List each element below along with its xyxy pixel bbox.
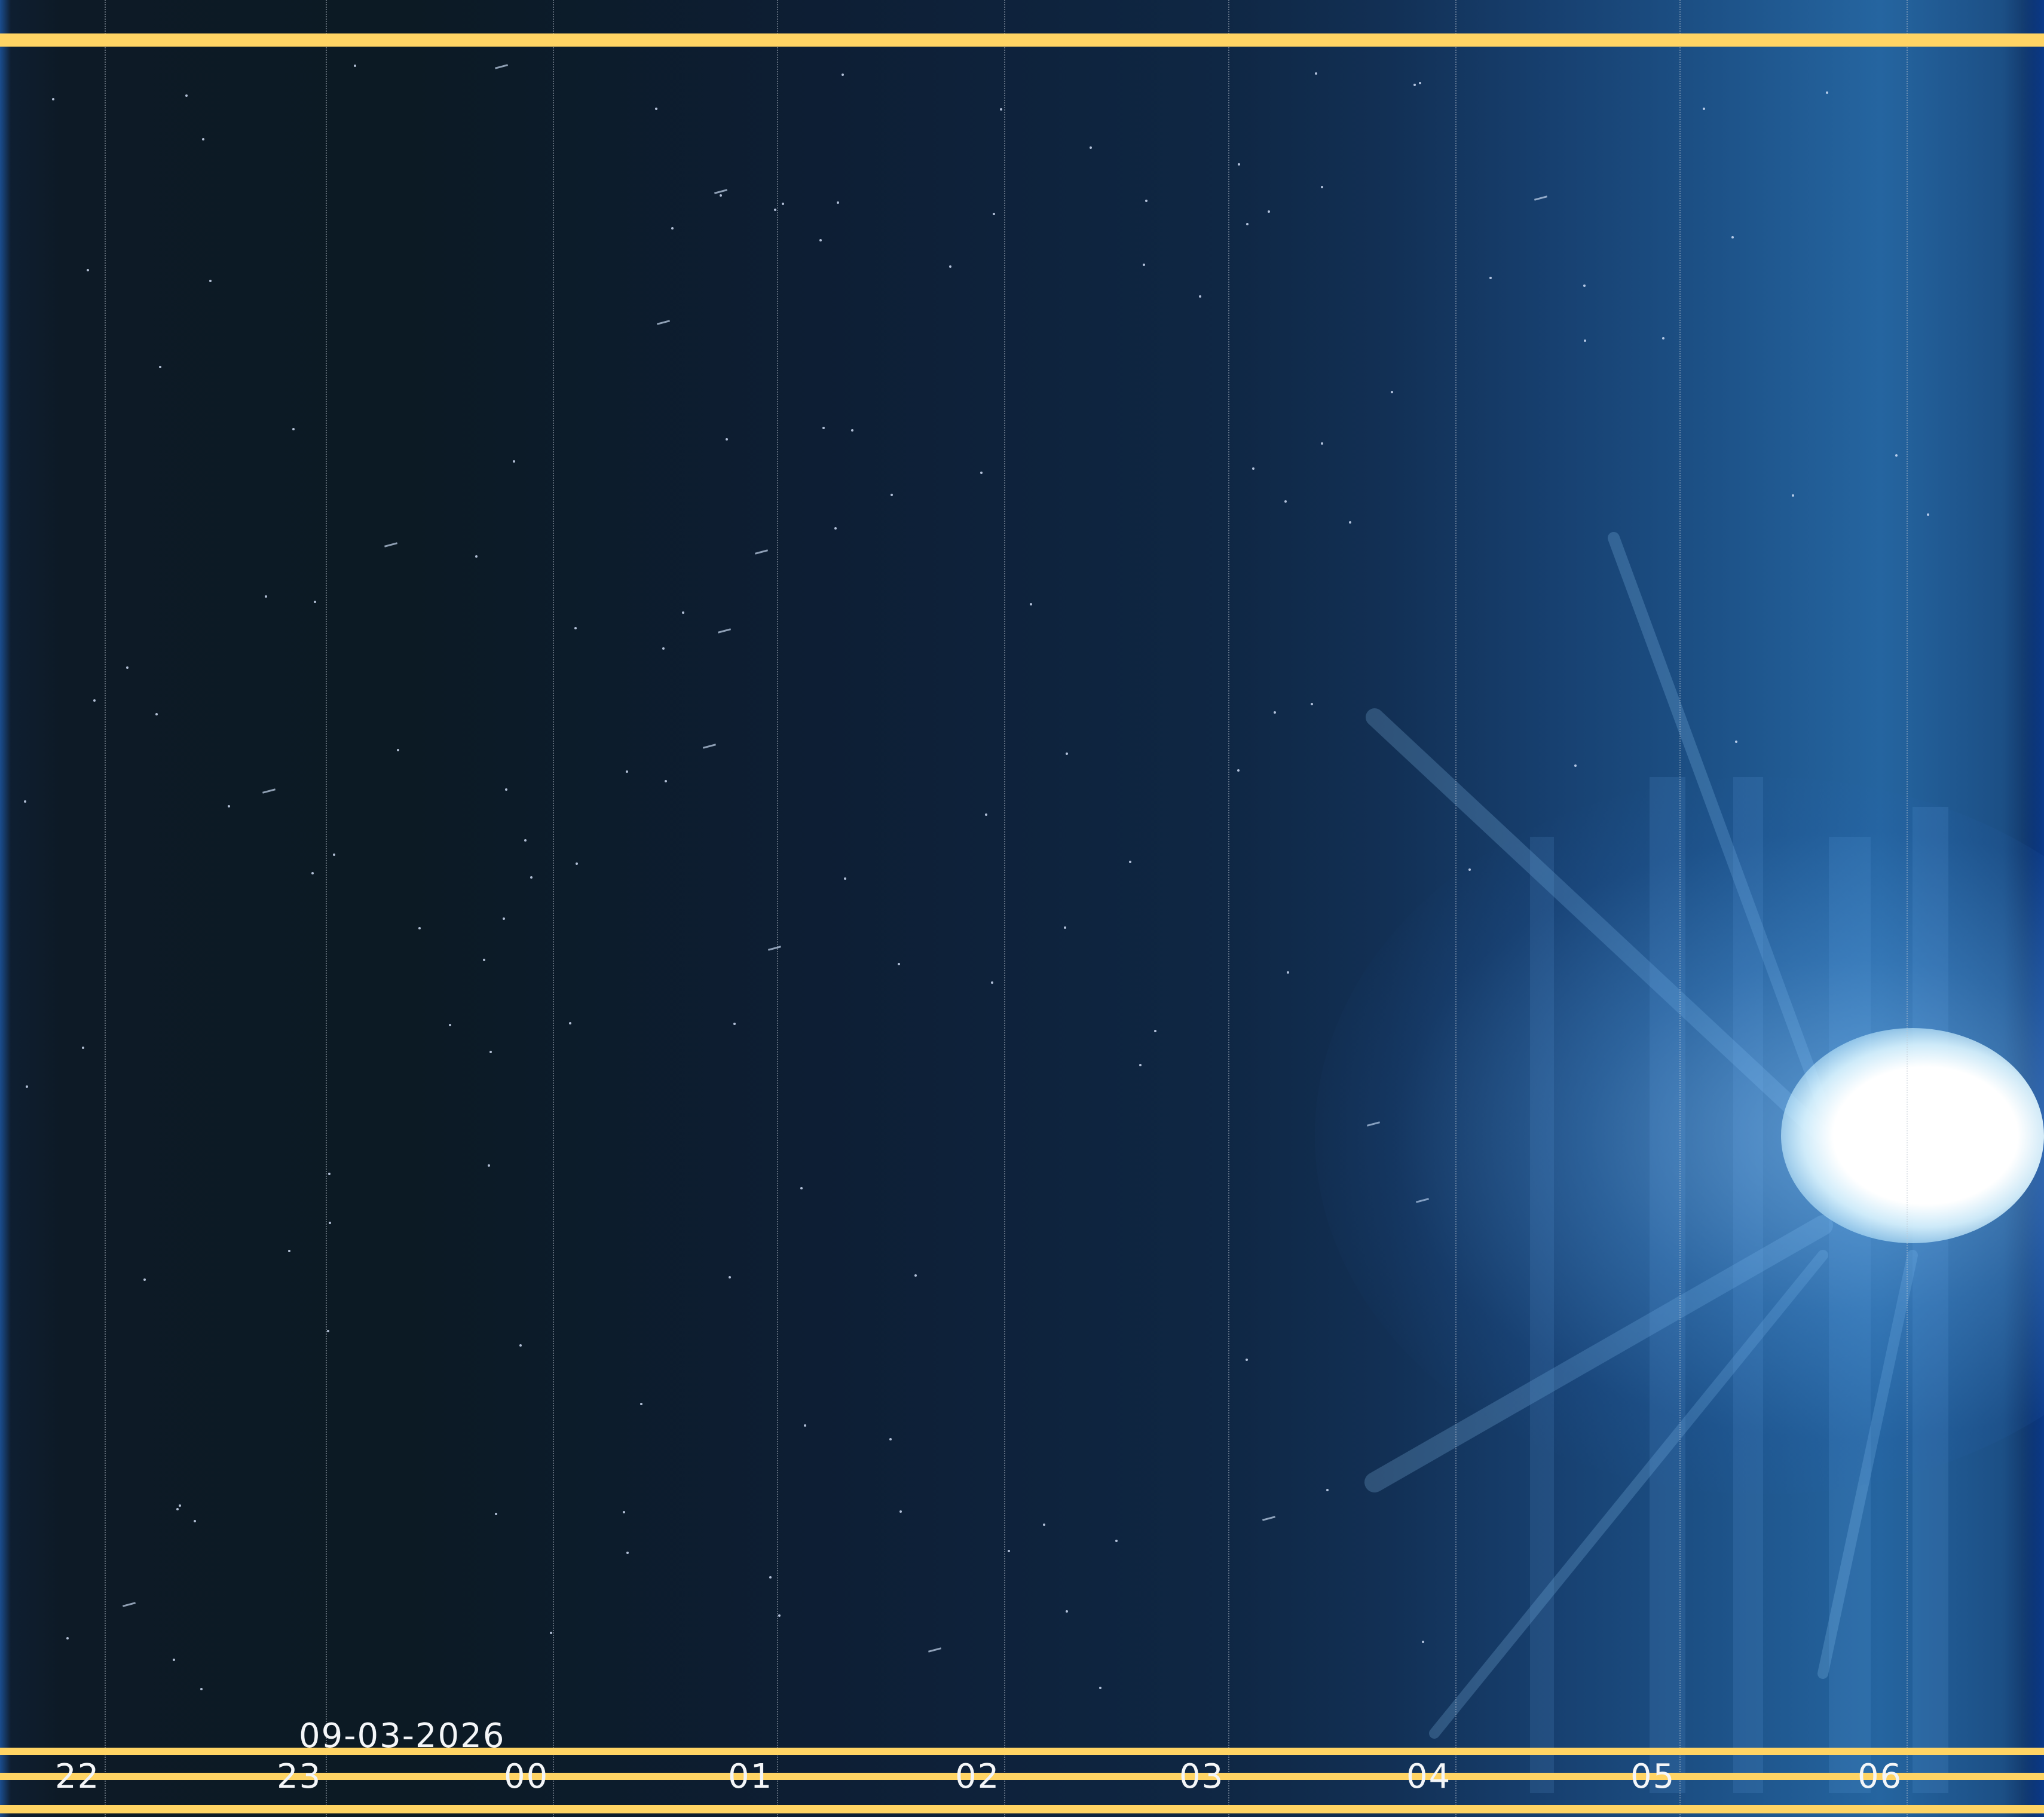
hour-label: 03	[1179, 1757, 1225, 1796]
hour-gridline	[105, 0, 106, 1817]
hour-gridline	[1455, 0, 1456, 1817]
date-label: 09-03-2026	[299, 1717, 506, 1755]
hour-label: 04	[1406, 1757, 1452, 1796]
hour-gridline	[553, 0, 554, 1817]
hour-label: 05	[1630, 1757, 1676, 1796]
hour-label: 01	[728, 1757, 773, 1796]
hour-label: 06	[1858, 1757, 1903, 1796]
hour-gridline	[326, 0, 327, 1817]
hour-gridline	[777, 0, 778, 1817]
hour-gridline	[1004, 0, 1005, 1817]
hour-gridline	[1907, 0, 1908, 1817]
bottom-band-lower	[0, 1805, 2044, 1813]
hour-label: 22	[55, 1757, 100, 1796]
top-band	[0, 33, 2044, 47]
hour-gridline	[1679, 0, 1681, 1817]
sky-timelapse-image: 09-03-2026 22 23 00 01 02 03 04 05 06	[0, 0, 2044, 1817]
hour-gridline	[1228, 0, 1229, 1817]
hour-label: 00	[504, 1757, 549, 1796]
hour-label: 23	[277, 1757, 322, 1796]
sun	[1781, 1028, 2044, 1243]
hour-label: 02	[955, 1757, 1000, 1796]
